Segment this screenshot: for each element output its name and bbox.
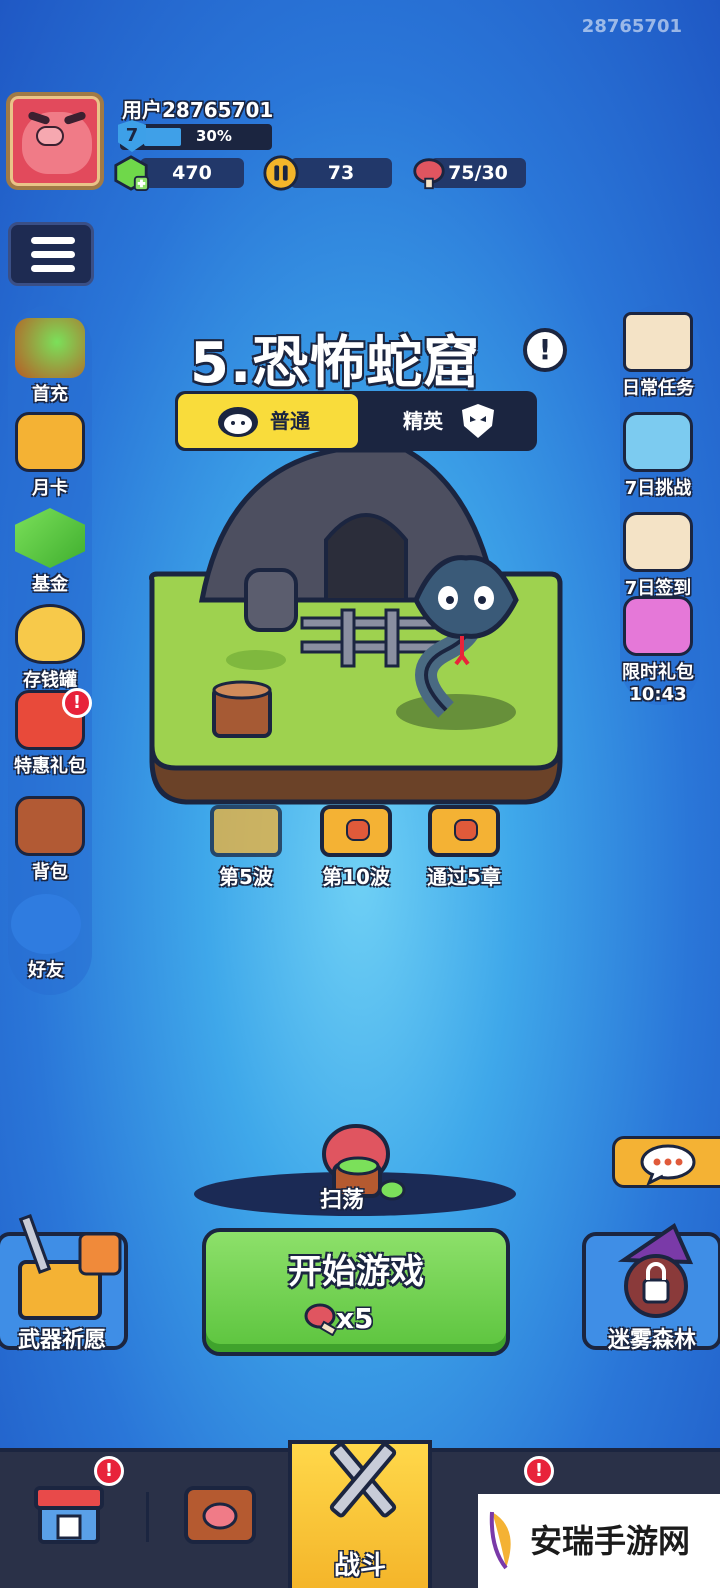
first-recharge-label: 首充 bbox=[32, 384, 68, 405]
avatar[interactable] bbox=[6, 92, 104, 190]
menu-button[interactable] bbox=[8, 222, 94, 286]
meat-icon bbox=[413, 158, 445, 190]
difficulty-elite-tab[interactable]: 精英 bbox=[359, 394, 534, 448]
chest-wave-5-label: 第5波 bbox=[219, 865, 273, 889]
username: 用户28765701 bbox=[122, 98, 274, 122]
chest-closed-icon bbox=[428, 805, 500, 857]
backpack-button[interactable]: 背包 bbox=[0, 796, 100, 884]
limited-pack-button[interactable]: 限时礼包 10:43 bbox=[608, 596, 708, 705]
difficulty-elite-label: 精英 bbox=[403, 409, 443, 433]
gem-plus-icon[interactable] bbox=[112, 154, 150, 192]
monthly-card-icon bbox=[15, 412, 85, 472]
pig-chest-icon bbox=[184, 1486, 256, 1544]
special-pack-badge: ! bbox=[62, 688, 92, 718]
meat-count: 75/30 bbox=[448, 162, 508, 184]
first-recharge-button[interactable]: 首充 bbox=[0, 318, 100, 406]
fund-label: 基金 bbox=[32, 574, 68, 595]
normal-difficulty-icon bbox=[218, 407, 258, 437]
weapon-wish-button[interactable]: 武器祈愿 bbox=[0, 1214, 128, 1353]
chest-open-icon bbox=[210, 805, 282, 857]
special-pack-label: 特惠礼包 bbox=[14, 756, 86, 777]
sweep-label: 扫荡 bbox=[320, 1188, 365, 1213]
weapon-wish-label: 武器祈愿 bbox=[17, 1328, 106, 1353]
friends-icon bbox=[11, 894, 81, 954]
start-game-button[interactable]: 开始游戏 x5 bbox=[202, 1228, 510, 1356]
backpack-label: 背包 bbox=[32, 862, 68, 883]
challenge-gift-icon bbox=[623, 412, 693, 472]
chat-button[interactable] bbox=[612, 1136, 720, 1188]
nav-battle-tab[interactable]: 战斗 bbox=[288, 1440, 432, 1588]
nav-equipment-tab[interactable] bbox=[150, 1452, 288, 1588]
top-id-label: 28765701 bbox=[581, 16, 682, 37]
scroll-icon bbox=[623, 312, 693, 372]
misty-forest-label: 迷雾森林 bbox=[607, 1328, 696, 1353]
daily-tasks-label: 日常任务 bbox=[622, 378, 694, 399]
xp-fill bbox=[144, 128, 181, 146]
chest-chapter-5-label: 通过5章 bbox=[427, 865, 501, 889]
chest-wave-10-label: 第10波 bbox=[322, 865, 390, 889]
checkmark-card-icon bbox=[623, 512, 693, 572]
friends-button[interactable]: 好友 bbox=[0, 894, 96, 982]
nav-shop-tab[interactable]: ! bbox=[0, 1452, 144, 1588]
monthly-card-button[interactable]: 月卡 bbox=[0, 412, 100, 500]
chat-bubble-icon bbox=[640, 1144, 696, 1185]
watermark-leaf-icon bbox=[489, 1511, 511, 1570]
misty-forest-button[interactable]: 迷雾森林 bbox=[582, 1222, 720, 1353]
watermark-logo: 安瑞手游网 bbox=[478, 1494, 720, 1588]
chest-wave-10[interactable]: 第10波 bbox=[306, 805, 406, 890]
difficulty-normal-tab[interactable]: 普通 bbox=[178, 394, 358, 448]
stage-title: 5.恐怖蛇窟 bbox=[190, 331, 481, 396]
nav-battle-label: 战斗 bbox=[333, 1551, 386, 1581]
tab4-badge: ! bbox=[524, 1456, 554, 1486]
fund-button[interactable]: 基金 bbox=[0, 508, 100, 596]
gem-fund-icon bbox=[15, 508, 85, 568]
daily-tasks-button[interactable]: 日常任务 bbox=[608, 312, 708, 400]
coin-icon bbox=[263, 155, 299, 191]
elite-skull-icon bbox=[462, 404, 494, 438]
coin-count: 73 bbox=[327, 162, 355, 184]
gem-count: 470 bbox=[172, 162, 212, 184]
stage-info-button[interactable]: ! bbox=[523, 328, 567, 372]
monthly-card-label: 月卡 bbox=[32, 478, 68, 499]
lucky-cat-icon bbox=[15, 604, 85, 664]
seven-day-signin-button[interactable]: 7日签到 bbox=[608, 512, 708, 600]
crossed-swords-icon bbox=[329, 1442, 397, 1518]
start-cost: x5 bbox=[336, 1302, 374, 1335]
witch-lock-icon bbox=[617, 1222, 694, 1318]
weapon-chest-icon bbox=[18, 1214, 122, 1320]
chest-wave-5[interactable]: 第5波 bbox=[196, 805, 296, 890]
watermark-text: 安瑞手游网 bbox=[530, 1522, 691, 1560]
snout bbox=[36, 126, 64, 146]
chest-closed-icon bbox=[320, 805, 392, 857]
difficulty-normal-label: 普通 bbox=[270, 409, 310, 433]
xp-percent: 30% bbox=[196, 127, 232, 145]
backpack-icon bbox=[15, 796, 85, 856]
seven-day-challenge-button[interactable]: 7日挑战 bbox=[608, 412, 708, 500]
coin-counter: 73 bbox=[290, 158, 392, 188]
seven-day-challenge-label: 7日挑战 bbox=[624, 478, 692, 499]
start-game-label: 开始游戏 bbox=[288, 1252, 424, 1292]
limited-gift-icon bbox=[623, 596, 693, 656]
limited-pack-label: 限时礼包 bbox=[622, 662, 694, 683]
piggy-bank-label: 存钱罐 bbox=[23, 670, 77, 691]
gem-counter: 470 bbox=[140, 158, 244, 188]
special-pack-button[interactable]: 特惠礼包 ! bbox=[0, 688, 100, 778]
gem-bag-icon bbox=[15, 318, 85, 378]
shop-icon bbox=[34, 1486, 104, 1544]
limited-pack-timer: 10:43 bbox=[629, 684, 687, 705]
chest-chapter-5[interactable]: 通过5章 bbox=[414, 805, 514, 890]
shop-badge: ! bbox=[94, 1456, 124, 1486]
piggy-bank-button[interactable]: 存钱罐 bbox=[0, 604, 100, 692]
snake-cave-scene bbox=[149, 450, 563, 805]
friends-label: 好友 bbox=[28, 960, 64, 981]
